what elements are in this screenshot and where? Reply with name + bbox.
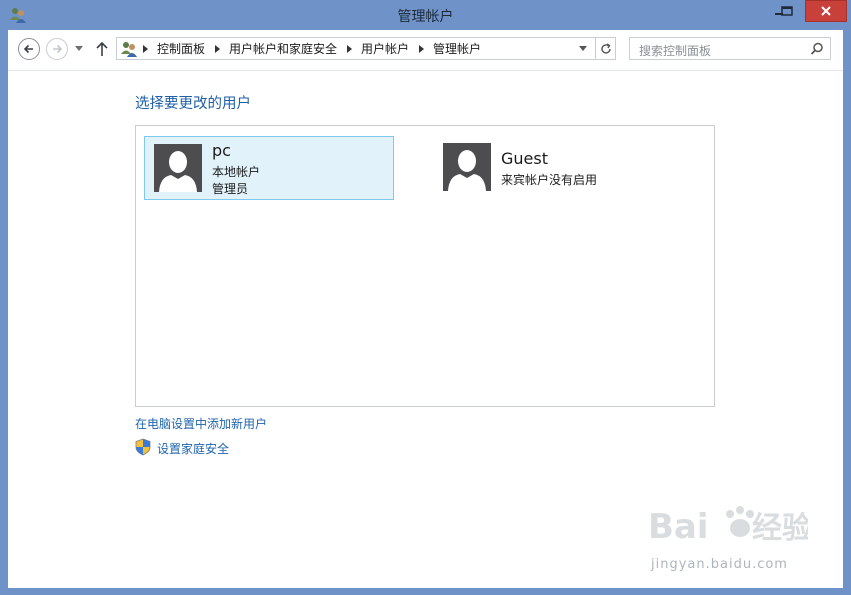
svg-text:经验: 经验 <box>752 511 808 546</box>
maximize-button[interactable] <box>774 0 800 22</box>
breadcrumb-separator-icon[interactable] <box>347 44 353 53</box>
watermark-url: jingyan.baidu.com <box>651 557 788 572</box>
breadcrumb-user-accounts[interactable]: 用户帐户 <box>361 40 409 57</box>
refresh-button[interactable] <box>595 38 616 59</box>
account-list: pc 本地帐户 管理员 Guest 来宾帐户没有启用 <box>135 125 715 407</box>
breadcrumb-separator-icon[interactable] <box>143 44 148 53</box>
breadcrumb-separator-icon[interactable] <box>419 44 425 53</box>
search-input[interactable]: 搜索控制面板 <box>639 42 711 59</box>
account-type: 本地帐户 <box>212 165 261 179</box>
account-role: 管理员 <box>212 182 249 196</box>
shield-icon <box>135 438 151 456</box>
forward-button[interactable] <box>46 38 68 60</box>
family-safety-link[interactable]: 设置家庭安全 <box>157 440 229 457</box>
refresh-icon <box>601 42 611 54</box>
breadcrumb-user-accounts-family-safety[interactable]: 用户帐户和家庭安全 <box>229 40 337 57</box>
user-silhouette-icon <box>448 150 486 191</box>
svg-text:Bai: Bai <box>648 507 709 547</box>
breadcrumb-separator-icon[interactable] <box>215 44 221 53</box>
search-icon[interactable] <box>810 42 824 56</box>
up-arrow-icon[interactable] <box>94 40 110 58</box>
paw-icon: Bai 经验 <box>648 506 812 547</box>
close-icon <box>821 6 831 16</box>
content-area: 控制面板 用户帐户和家庭安全 用户帐户 管理帐户 搜索控制面板 选择要更改的用户 <box>8 30 843 588</box>
navigation-bar: 控制面板 用户帐户和家庭安全 用户帐户 管理帐户 搜索控制面板 <box>8 30 843 71</box>
account-tile-pc[interactable]: pc 本地帐户 管理员 <box>144 136 394 200</box>
baidu-watermark-logo: Bai 经验 <box>648 500 812 550</box>
address-bar[interactable]: 控制面板 用户帐户和家庭安全 用户帐户 管理帐户 <box>116 37 616 60</box>
breadcrumb: 控制面板 用户帐户和家庭安全 用户帐户 管理帐户 <box>143 38 481 59</box>
title-bar[interactable]: 管理帐户 <box>0 0 851 30</box>
user-silhouette-icon <box>159 151 197 192</box>
account-status: 来宾帐户没有启用 <box>501 173 598 187</box>
close-button[interactable] <box>805 0 847 22</box>
account-name: pc <box>212 141 231 160</box>
window: 管理帐户 控制面板 用户帐户和家庭安全 用户帐户 管理帐户 搜索控制面板 选择要… <box>0 0 851 595</box>
page-title: 选择要更改的用户 <box>135 96 251 112</box>
avatar <box>154 144 202 192</box>
add-user-link[interactable]: 在电脑设置中添加新用户 <box>135 415 267 432</box>
maximize-icon <box>781 6 793 16</box>
recent-locations-dropdown[interactable] <box>75 46 83 51</box>
chevron-down-icon[interactable] <box>579 46 587 51</box>
account-tile-guest[interactable]: Guest 来宾帐户没有启用 <box>434 136 684 200</box>
back-arrow-icon <box>23 44 33 54</box>
back-button[interactable] <box>18 38 40 60</box>
window-title: 管理帐户 <box>397 9 454 25</box>
forward-arrow-icon <box>53 44 63 54</box>
breadcrumb-manage-accounts[interactable]: 管理帐户 <box>433 40 481 57</box>
avatar <box>443 143 491 191</box>
search-box[interactable]: 搜索控制面板 <box>629 37 831 60</box>
account-name: Guest <box>501 149 548 168</box>
control-panel-icon <box>121 42 137 57</box>
breadcrumb-control-panel[interactable]: 控制面板 <box>157 40 205 57</box>
